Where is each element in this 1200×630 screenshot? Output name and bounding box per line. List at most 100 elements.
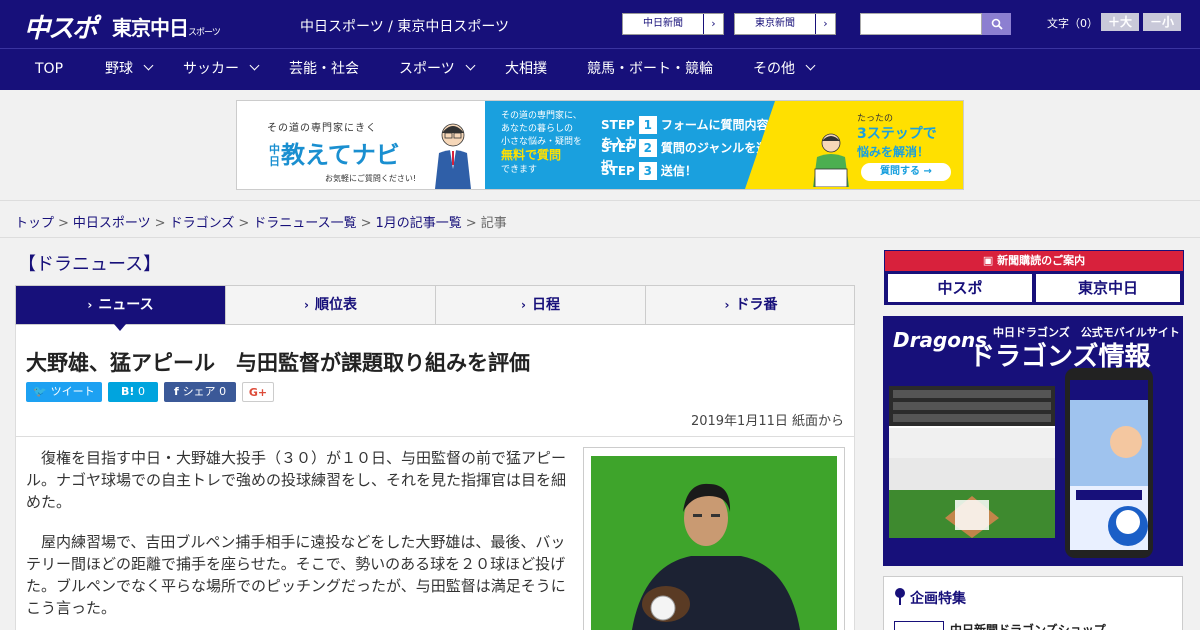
tokyo-chunichi-subscribe-logo[interactable]: 東京中日 bbox=[1036, 274, 1180, 302]
feature-box: 企画特集 中日新聞ドラゴンズショップ bbox=[883, 576, 1183, 630]
feature-item[interactable]: 中日新聞ドラゴンズショップ bbox=[950, 621, 1106, 630]
subscription-box[interactable]: ▣ 新聞購読のご案内 中スポ 東京中日 bbox=[884, 250, 1184, 305]
nav-label: その他 bbox=[753, 61, 795, 77]
chevron-down-icon bbox=[143, 60, 154, 71]
nav-item-sports[interactable]: スポーツ bbox=[399, 49, 476, 91]
nav-item-soccer[interactable]: サッカー bbox=[183, 49, 260, 91]
font-size-label: 文字（0） bbox=[1047, 17, 1098, 30]
shop-logo bbox=[894, 621, 944, 630]
nav-label: TOP bbox=[35, 61, 64, 77]
ad-mid-line: あなたの暮らしの bbox=[501, 124, 574, 134]
pin-icon bbox=[895, 588, 905, 605]
tab-schedule[interactable]: › 日程 bbox=[436, 286, 646, 324]
top-header: 中スポ 東京中日スポーツ 中日スポーツ / 東京中日スポーツ 中日新聞 › 東京新… bbox=[0, 0, 1200, 48]
nav-item-other[interactable]: その他 bbox=[753, 49, 816, 91]
step-number: 1 bbox=[638, 116, 657, 134]
active-tab-pointer bbox=[114, 324, 126, 331]
article: 大野雄、猛アピール 与田監督が課題取り組みを評価 🐦 ツイート B! 0 f シ… bbox=[15, 325, 855, 630]
tokyo-chunichi-logo[interactable]: 東京中日スポーツ bbox=[112, 12, 221, 41]
step-label: STEP bbox=[601, 118, 635, 132]
article-dateline: 2019年1月11日 紙面から bbox=[690, 414, 844, 429]
breadcrumb-link[interactable]: ドラニュース一覧 bbox=[253, 216, 356, 231]
dragons-info-ad[interactable]: Dragons 中日ドラゴンズ 公式モバイルサイト ドラゴンズ情報 bbox=[883, 316, 1183, 566]
ad-mid-tail: できます bbox=[501, 165, 538, 175]
hatena-button[interactable]: B! 0 bbox=[108, 382, 158, 402]
nav-item-sumo[interactable]: 大相撲 bbox=[505, 49, 547, 91]
chuspo-logo[interactable]: 中スポ bbox=[24, 8, 98, 45]
ad-right-line2: 3ステップで bbox=[857, 126, 937, 142]
tab-dora-ban[interactable]: › ドラ番 bbox=[646, 286, 856, 324]
tab-label: 順位表 bbox=[314, 297, 357, 313]
article-photo bbox=[591, 456, 837, 630]
search-input[interactable] bbox=[860, 13, 982, 35]
ad-note: お気軽にご質問ください! bbox=[325, 174, 417, 183]
tab-label: ドラ番 bbox=[735, 297, 778, 313]
nav-item-baseball[interactable]: 野球 bbox=[105, 49, 154, 91]
expert-illustration bbox=[435, 123, 471, 189]
font-smaller-button[interactable]: －小 bbox=[1143, 13, 1181, 31]
hatena-icon: B! bbox=[121, 385, 135, 398]
ad-mid-text: その道の専門家に、 あなたの暮らしの 小さな悩み・疑問を 無料で質問 できます bbox=[501, 110, 582, 177]
tokyo-shimbun-link[interactable]: 東京新聞 › bbox=[734, 13, 836, 35]
fb-label: シェア bbox=[182, 385, 216, 398]
tokyo-logo-text: 東京中日 bbox=[112, 16, 189, 40]
section-title: 【ドラニュース】 bbox=[18, 254, 162, 275]
divider bbox=[16, 436, 854, 437]
search-button[interactable] bbox=[982, 13, 1011, 35]
breadcrumb-link[interactable]: トップ bbox=[15, 216, 54, 231]
google-plus-button[interactable]: G+ bbox=[242, 382, 274, 402]
subscription-heading-text: 新聞購読のご案内 bbox=[997, 254, 1086, 267]
tab-label: 日程 bbox=[531, 297, 560, 313]
nav-label: 野球 bbox=[105, 61, 133, 77]
ad-brand: 中日教えてナビ bbox=[269, 135, 400, 170]
ad-mid-line: その道の専門家に、 bbox=[501, 111, 582, 121]
article-paragraph: 復権を目指す中日・大野雄大投手（３０）が１０日、与田監督の前で猛アピール。ナゴヤ… bbox=[26, 449, 567, 511]
article-paragraph: 屋内練習場で、吉田ブルペン捕手相手に遠投などをした大野雄は、最後、バッテリー間ほ… bbox=[26, 533, 566, 617]
chevron-down-icon bbox=[465, 60, 476, 71]
tab-news[interactable]: › ニュース bbox=[16, 286, 226, 324]
breadcrumb-bar: トップ > 中日スポーツ > ドラゴンズ > ドラニュース一覧 >1月の記事一覧 > 記事 bbox=[0, 200, 1200, 238]
nav-label: 大相撲 bbox=[505, 61, 547, 77]
ad-brand-prefix: 中日 bbox=[269, 143, 280, 168]
tweet-label: ツイート bbox=[50, 385, 95, 398]
ad-brand-name: 教えてナビ bbox=[281, 141, 400, 169]
user-illustration bbox=[813, 133, 849, 187]
ad-cta-button[interactable]: 質問する → bbox=[861, 163, 951, 181]
oshiete-navi-ad[interactable]: その道の専門家にきく 中日教えてナビ お気軽にご質問ください! その道の専門家に… bbox=[236, 100, 964, 190]
tab-standings[interactable]: › 順位表 bbox=[226, 286, 436, 324]
chuspo-subscribe-logo[interactable]: 中スポ bbox=[888, 274, 1032, 302]
tokyo-logo-small: スポーツ bbox=[188, 28, 221, 38]
tweet-button[interactable]: 🐦 ツイート bbox=[26, 382, 102, 402]
fb-count: 0 bbox=[219, 385, 227, 398]
newspaper-icon: ▣ bbox=[982, 254, 998, 267]
breadcrumb-link[interactable]: 1月の記事一覧 bbox=[376, 216, 462, 231]
chunichi-shimbun-link[interactable]: 中日新聞 › bbox=[622, 13, 724, 35]
link-label: 中日新聞 bbox=[643, 18, 683, 29]
chevron-right-icon: › bbox=[521, 298, 526, 312]
main-nav: TOP 野球 サッカー 芸能・社会 スポーツ 大相撲 競馬・ボート・競輪 その他 bbox=[0, 48, 1200, 90]
ad-mid-highlight: 無料で質問 bbox=[501, 148, 562, 162]
nav-item-entertainment[interactable]: 芸能・社会 bbox=[289, 49, 359, 91]
chevron-right-icon: › bbox=[87, 298, 93, 312]
chevron-down-icon bbox=[249, 60, 260, 71]
chevron-down-icon bbox=[805, 60, 816, 71]
facebook-icon: f bbox=[173, 385, 183, 398]
nav-item-racing[interactable]: 競馬・ボート・競輪 bbox=[587, 49, 713, 91]
smartphone-graphic bbox=[1065, 368, 1153, 558]
chevron-right-icon: › bbox=[304, 298, 309, 312]
font-larger-button[interactable]: ＋大 bbox=[1101, 13, 1139, 31]
step-label: STEP bbox=[601, 141, 635, 155]
ad-mid-line: 小さな悩み・疑問を bbox=[501, 137, 583, 147]
breadcrumb-separator: > bbox=[238, 216, 250, 231]
news-tabs: › ニュース › 順位表 › 日程 › ドラ番 bbox=[15, 285, 855, 325]
facebook-share-button[interactable]: f シェア 0 bbox=[164, 382, 236, 402]
breadcrumb-separator: > bbox=[154, 216, 166, 231]
link-label: 東京新聞 bbox=[755, 18, 795, 29]
phone-screen bbox=[1070, 380, 1148, 550]
breadcrumb-link[interactable]: 中日スポーツ bbox=[73, 216, 151, 231]
phone-screen-graphic bbox=[1070, 380, 1148, 546]
article-photo-frame[interactable] bbox=[583, 447, 845, 630]
nav-item-top[interactable]: TOP bbox=[35, 49, 63, 91]
feature-title: 企画特集 bbox=[910, 591, 966, 607]
breadcrumb-link[interactable]: ドラゴンズ bbox=[170, 216, 235, 231]
